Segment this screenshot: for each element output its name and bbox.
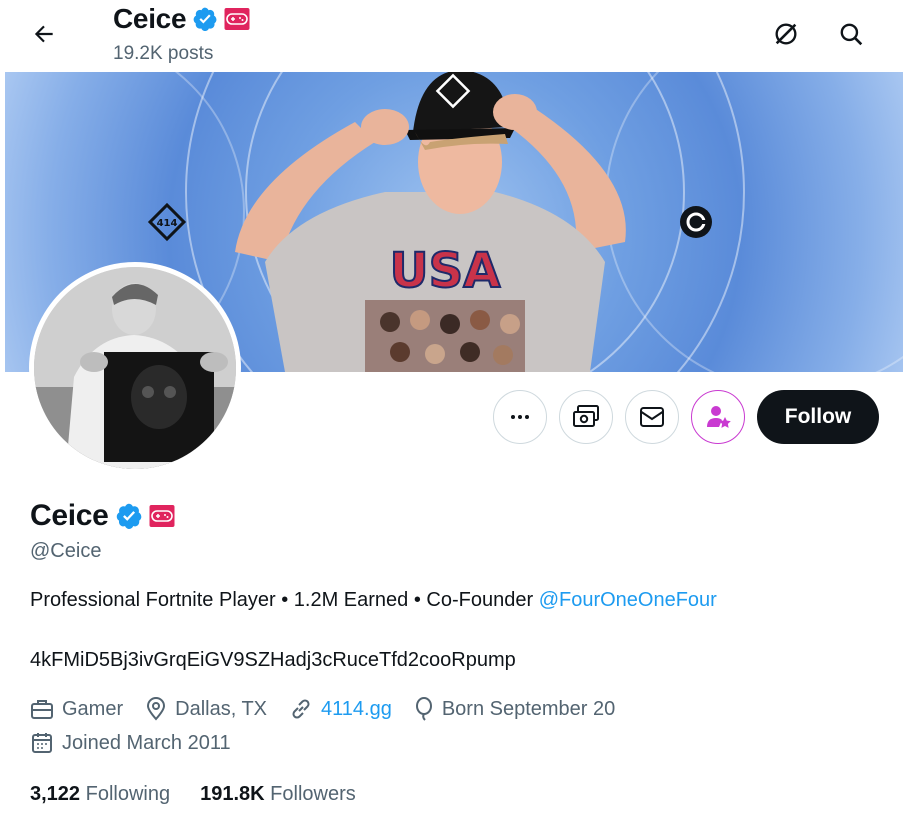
search-icon [840,23,863,46]
follow-button[interactable]: Follow [757,390,879,444]
profile-handle: @Ceice [30,540,102,562]
followers-link[interactable]: 191.8K Followers [200,783,356,806]
meta-category: Gamer [30,698,123,721]
grok-icon [775,23,797,45]
back-button[interactable] [22,12,66,56]
search-button[interactable] [829,12,873,56]
following-link[interactable]: 3,122 Following [30,783,170,806]
svg-text:414: 414 [157,218,178,229]
profile-bio: Professional Fortnite Player • 1.2M Earn… [30,589,717,612]
verified-icon [193,7,217,32]
header-title: Ceice [113,3,250,35]
following-label: Following [85,783,171,805]
header-name: Ceice [113,3,187,34]
followers-count: 191.8K [200,783,265,805]
message-icon [640,407,664,427]
balloon-icon [415,697,432,721]
message-button[interactable] [625,390,679,444]
tip-icon [573,405,599,427]
top-header: Ceice 19.2K posts [0,0,903,72]
banner-person: USA [235,72,626,372]
shirt-text: USA [390,243,501,299]
diamond-logo-icon: 414 [147,202,187,242]
back-arrow-icon [34,25,53,43]
location-icon [147,697,166,721]
profile-name: Ceice [30,499,109,532]
bio-text: Professional Fortnite Player • 1.2M Earn… [30,589,539,611]
category-label: Gamer [62,697,124,720]
following-count: 3,122 [30,783,81,805]
gamepad-badge-icon [224,8,250,30]
profile-meta-row: Gamer Dallas, TX 4114.gg Born September … [30,697,637,721]
grok-button[interactable] [764,12,808,56]
more-button[interactable] [493,390,547,444]
followers-label: Followers [270,783,356,805]
subscribe-button[interactable] [691,390,745,444]
bio-mention-link[interactable]: @FourOneOneFour [539,589,717,611]
bio-line-2: 4kFMiD5Bj3ivGrqEiGV9SZHadj3cRuceTfd2cooR… [30,649,516,671]
profile-avatar[interactable] [29,262,241,474]
post-count: 19.2K posts [113,43,214,64]
follow-stats: 3,122 Following 191.8K Followers [30,783,356,806]
verified-icon[interactable] [115,502,143,530]
meta-joined: Joined March 2011 [30,731,231,755]
briefcase-icon [31,700,53,719]
location-label: Dallas, TX [175,697,268,720]
profile-meta-row-2: Joined March 2011 [30,731,253,755]
avatar-image [34,267,236,469]
meta-website: 4114.gg [289,697,392,721]
website-link[interactable]: 4114.gg [321,698,392,721]
calendar-icon [32,733,52,753]
link-icon [292,699,310,719]
more-icon [511,415,529,419]
profile-name-row: Ceice [30,499,175,533]
subscribe-icon [707,406,731,428]
meta-location: Dallas, TX [145,697,267,721]
circle-logo-icon [680,206,712,238]
birthday-label: Born September 20 [441,697,616,720]
joined-label: Joined March 2011 [62,731,231,754]
tip-button[interactable] [559,390,613,444]
meta-birthday: Born September 20 [414,697,615,721]
gamepad-badge-icon[interactable] [149,504,175,528]
avatar-photo [34,267,236,469]
